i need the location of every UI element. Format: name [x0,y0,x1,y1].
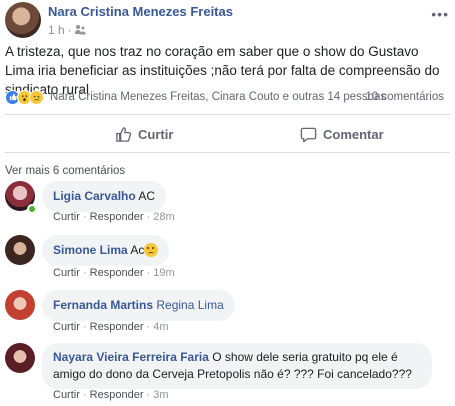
comment-item: Nayara Vieira Ferreira Faria O show dele… [5,343,450,403]
commenter-name[interactable]: Nayara Vieira Ferreira Faria [53,350,209,364]
thumbs-up-icon [116,126,132,142]
comment-time[interactable]: 4m [153,321,168,333]
comment-like-link[interactable]: Curtir [53,321,80,333]
comment-time[interactable]: 19m [153,267,174,279]
like-button[interactable]: Curtir [115,122,173,146]
comment-item: Simone Lima Ac Curtir · Responder · 19m [5,235,450,281]
reactions-people[interactable]: Nara Cristina Menezes Freitas, Cinara Co… [50,91,386,103]
comment-text: Ac [130,243,145,257]
comment-text: AC [138,189,156,203]
post-meta: 1 h · [48,23,87,37]
commenter-avatar[interactable] [5,235,35,265]
commenter-name[interactable]: Fernanda Martins [53,298,153,312]
comment-actions: Curtir · Responder · 19m [53,267,175,279]
comment-like-link[interactable]: Curtir [53,211,80,223]
friends-icon[interactable] [74,25,87,35]
commenter-avatar[interactable] [5,290,35,320]
comment-label: Comentar [323,126,384,142]
speech-bubble-icon [300,127,317,142]
author-avatar[interactable] [5,2,41,38]
comments-count[interactable]: 10 comentários [365,91,444,103]
comment-actions: Curtir · Responder · 3m [53,389,169,401]
comment-actions: Curtir · Responder · 28m [53,211,175,223]
online-status-icon [27,204,37,214]
comment-button[interactable]: Comentar [300,122,384,146]
more-comments-link[interactable]: Ver mais 6 comentários [5,165,125,177]
commenter-name[interactable]: Simone Lima [53,243,128,257]
comment-reply-link[interactable]: Responder [90,267,144,279]
comment-reply-link[interactable]: Responder [90,211,144,223]
comment-actions: Curtir · Responder · 4m [53,321,169,333]
comment-like-link[interactable]: Curtir [53,267,80,279]
author-name[interactable]: Nara Cristina Menezes Freitas [48,4,233,19]
comment-time[interactable]: 3m [153,389,168,401]
comment-item: Fernanda Martins Regina Lima Curtir · Re… [5,290,450,336]
divider [5,152,450,153]
comment-bubble: Simone Lima Ac [42,235,170,266]
sad-icon[interactable] [29,89,44,105]
comment-like-link[interactable]: Curtir [53,389,80,401]
divider [5,114,450,115]
comment-reply-link[interactable]: Responder [90,321,144,333]
reactions-row: Nara Cristina Menezes Freitas, Cinara Co… [5,88,450,106]
comment-bubble: Nayara Vieira Ferreira Faria O show dele… [42,343,432,389]
commenter-name[interactable]: Ligia Carvalho [53,189,136,203]
commenter-avatar[interactable] [5,343,35,373]
comment-time[interactable]: 28m [153,211,174,223]
mentioned-user-link[interactable]: Regina Lima [156,298,223,312]
comment-item: Ligia Carvalho AC Curtir · Responder · 2… [5,181,450,227]
like-label: Curtir [138,126,174,142]
post-header: Nara Cristina Menezes Freitas 1 h · ••• [5,2,455,38]
sad-emoji-icon [144,243,159,257]
comment-bubble: Fernanda Martins Regina Lima [42,290,235,321]
more-options-icon[interactable]: ••• [431,6,449,22]
meta-separator: · [67,23,72,37]
comment-reply-link[interactable]: Responder [90,389,144,401]
post-time[interactable]: 1 h [48,23,65,37]
comment-bubble: Ligia Carvalho AC [42,181,167,212]
